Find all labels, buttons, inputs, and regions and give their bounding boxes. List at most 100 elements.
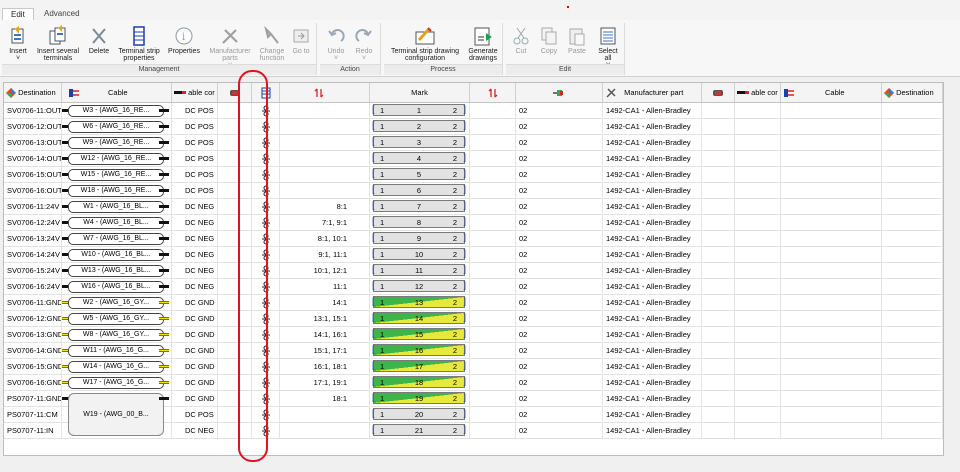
destination-cell[interactable]: SV0706-12:24V [4,215,62,230]
accessory-cell-right[interactable] [702,167,735,182]
jumper-cell-right[interactable] [470,135,516,150]
mark-cell[interactable]: [1 5 2] [370,167,470,182]
code-cell[interactable]: 02 [516,359,603,374]
destination-cell-right[interactable] [882,119,943,134]
cable-core-cell-right[interactable] [735,167,781,182]
go-to-button[interactable]: Go to [289,25,313,55]
manufacturer-part-cell[interactable]: 1492-CA1 - Allen-Bradley [603,215,702,230]
cable-core-cell[interactable]: DC GND [172,391,218,406]
cable-core-cell[interactable]: DC POS [172,151,218,166]
table-row[interactable]: SV0706-16:24V W16 - (AWG_16_BL... DC NEG 11… [4,279,943,295]
cable-cell-right[interactable] [781,343,882,358]
code-cell[interactable]: 02 [516,391,603,406]
cable-cell-right[interactable] [781,327,882,342]
cable-core-cell-right[interactable] [735,311,781,326]
tab-advanced[interactable]: Advanced [36,8,88,20]
destination-cell[interactable]: SV0706-16:24V [4,279,62,294]
cable-core-cell-right[interactable] [735,327,781,342]
cable-cell-right[interactable] [781,231,882,246]
table-row[interactable]: PS0707-11:GND W19 - (AWG_00_B... DC GND 18:… [4,391,943,438]
manufacturer-part-cell[interactable]: 1492-CA1 - Allen-Bradley [603,231,702,246]
manufacturer-part-cell[interactable]: 1492-CA1 - Allen-Bradley [603,199,702,214]
header-cable-core-right[interactable]: able cor [735,83,781,102]
cable-core-cell[interactable]: DC POS [172,119,218,134]
header-jumper[interactable] [280,83,370,102]
mark-cell[interactable]: [1 7 2] [370,199,470,214]
manufacturer-part-cell[interactable]: 1492-CA1 - Allen-Bradley [603,247,702,262]
manufacturer-part-cell[interactable]: 1492-CA1 - Allen-Bradley [603,183,702,198]
mark-cell[interactable]: [1 19 2] [370,391,470,406]
table-row[interactable]: SV0706-13:24V W7 - (AWG_16_BL... DC NEG 8:1… [4,231,943,247]
header-accessory-right[interactable] [516,83,603,102]
cable-cell-right[interactable] [781,215,882,230]
jumper-cell[interactable] [280,103,370,118]
jumper-cell-right[interactable] [470,199,516,214]
jumper-cell[interactable] [280,135,370,150]
table-row[interactable]: SV0706-14:GND W11 - (AWG_16_G... DC GND 15:… [4,343,943,359]
jumper-cell-right[interactable] [470,375,516,390]
mark-cell[interactable]: [1 12 2] [370,279,470,294]
destination-cell-right[interactable] [882,359,943,374]
accessory-cell-right[interactable] [702,295,735,310]
destination-cell[interactable]: SV0706-13:24V [4,231,62,246]
copy-button[interactable]: Copy [536,25,562,55]
table-row[interactable]: SV0706-13:GND W8 - (AWG_16_GY... DC GND 14:… [4,327,943,343]
destination-cell[interactable]: SV0706-11:OUT [4,103,62,118]
header-mark[interactable]: Mark [370,83,470,102]
code-cell[interactable]: 02 [516,103,603,118]
destination-cell[interactable]: SV0706-15:24V [4,263,62,278]
cable-cell[interactable]: W11 - (AWG_16_G... [62,343,172,358]
manufacturer-part-cell[interactable]: 1492-CA1 - Allen-Bradley [603,359,702,374]
mark-cell[interactable]: [1 1 2] [370,103,470,118]
cable-cell[interactable]: W8 - (AWG_16_GY... [62,327,172,342]
cable-cell-right[interactable] [781,423,882,438]
cable-cell[interactable]: W4 - (AWG_16_BL... [62,215,172,230]
accessory-cell-right[interactable] [702,327,735,342]
cable-core-cell[interactable]: DC GND [172,311,218,326]
destination-cell[interactable]: SV0706-12:GND [4,311,62,326]
terminal-strip-properties-button[interactable]: Terminal strip properties [114,25,164,62]
destination-cell-right[interactable] [882,231,943,246]
cable-core-cell-right[interactable] [735,375,781,390]
jumper-cell-right[interactable] [470,167,516,182]
manufacturer-part-cell[interactable]: 1492-CA1 - Allen-Bradley [603,375,702,390]
mark-cell[interactable]: [1 2 2] [370,119,470,134]
cable-core-cell-right[interactable] [735,391,781,406]
cable-core-cell[interactable]: DC POS [172,167,218,182]
cable-cell[interactable]: W12 - (AWG_16_RE... [62,151,172,166]
jumper-cell-right[interactable] [470,343,516,358]
cable-core-cell-right[interactable] [735,359,781,374]
jumper-cell-right[interactable] [470,119,516,134]
destination-cell[interactable]: SV0706-11:GND [4,295,62,310]
accessory-cell-right[interactable] [702,135,735,150]
jumper-cell-right[interactable] [470,311,516,326]
destination-cell[interactable]: SV0706-16:OUT [4,183,62,198]
accessory-cell-right[interactable] [702,183,735,198]
accessory-cell-right[interactable] [702,279,735,294]
manufacturer-part-cell[interactable]: 1492-CA1 - Allen-Bradley [603,327,702,342]
cable-core-cell-right[interactable] [735,407,781,422]
cable-core-cell[interactable]: DC POS [172,135,218,150]
table-row[interactable]: SV0706-16:GND W17 - (AWG_16_G... DC GND 17:… [4,375,943,391]
destination-cell[interactable]: SV0706-12:OUT [4,119,62,134]
jumper-cell[interactable]: 18:1 [280,391,370,406]
cable-core-cell-right[interactable] [735,103,781,118]
header-jumper-right[interactable] [470,83,516,102]
jumper-cell-right[interactable] [470,183,516,198]
accessory-cell-right[interactable] [702,359,735,374]
code-cell[interactable]: 02 [516,407,603,422]
jumper-cell[interactable]: 10:1, 12:1 [280,263,370,278]
jumper-cell[interactable] [280,167,370,182]
jumper-cell[interactable]: 14:1, 16:1 [280,327,370,342]
jumper-cell-right[interactable] [470,327,516,342]
code-cell[interactable]: 02 [516,183,603,198]
jumper-cell[interactable]: 16:1, 18:1 [280,359,370,374]
mark-cell[interactable]: [1 13 2] [370,295,470,310]
mark-cell[interactable]: [1 17 2] [370,359,470,374]
mark-cell[interactable]: [1 9 2] [370,231,470,246]
cable-cell-right[interactable] [781,279,882,294]
manufacturer-part-cell[interactable]: 1492-CA1 - Allen-Bradley [603,311,702,326]
manufacturer-part-cell[interactable]: 1492-CA1 - Allen-Bradley [603,135,702,150]
manufacturer-part-cell[interactable]: 1492-CA1 - Allen-Bradley [603,119,702,134]
cable-cell[interactable]: W1 - (AWG_16_BL... [62,199,172,214]
